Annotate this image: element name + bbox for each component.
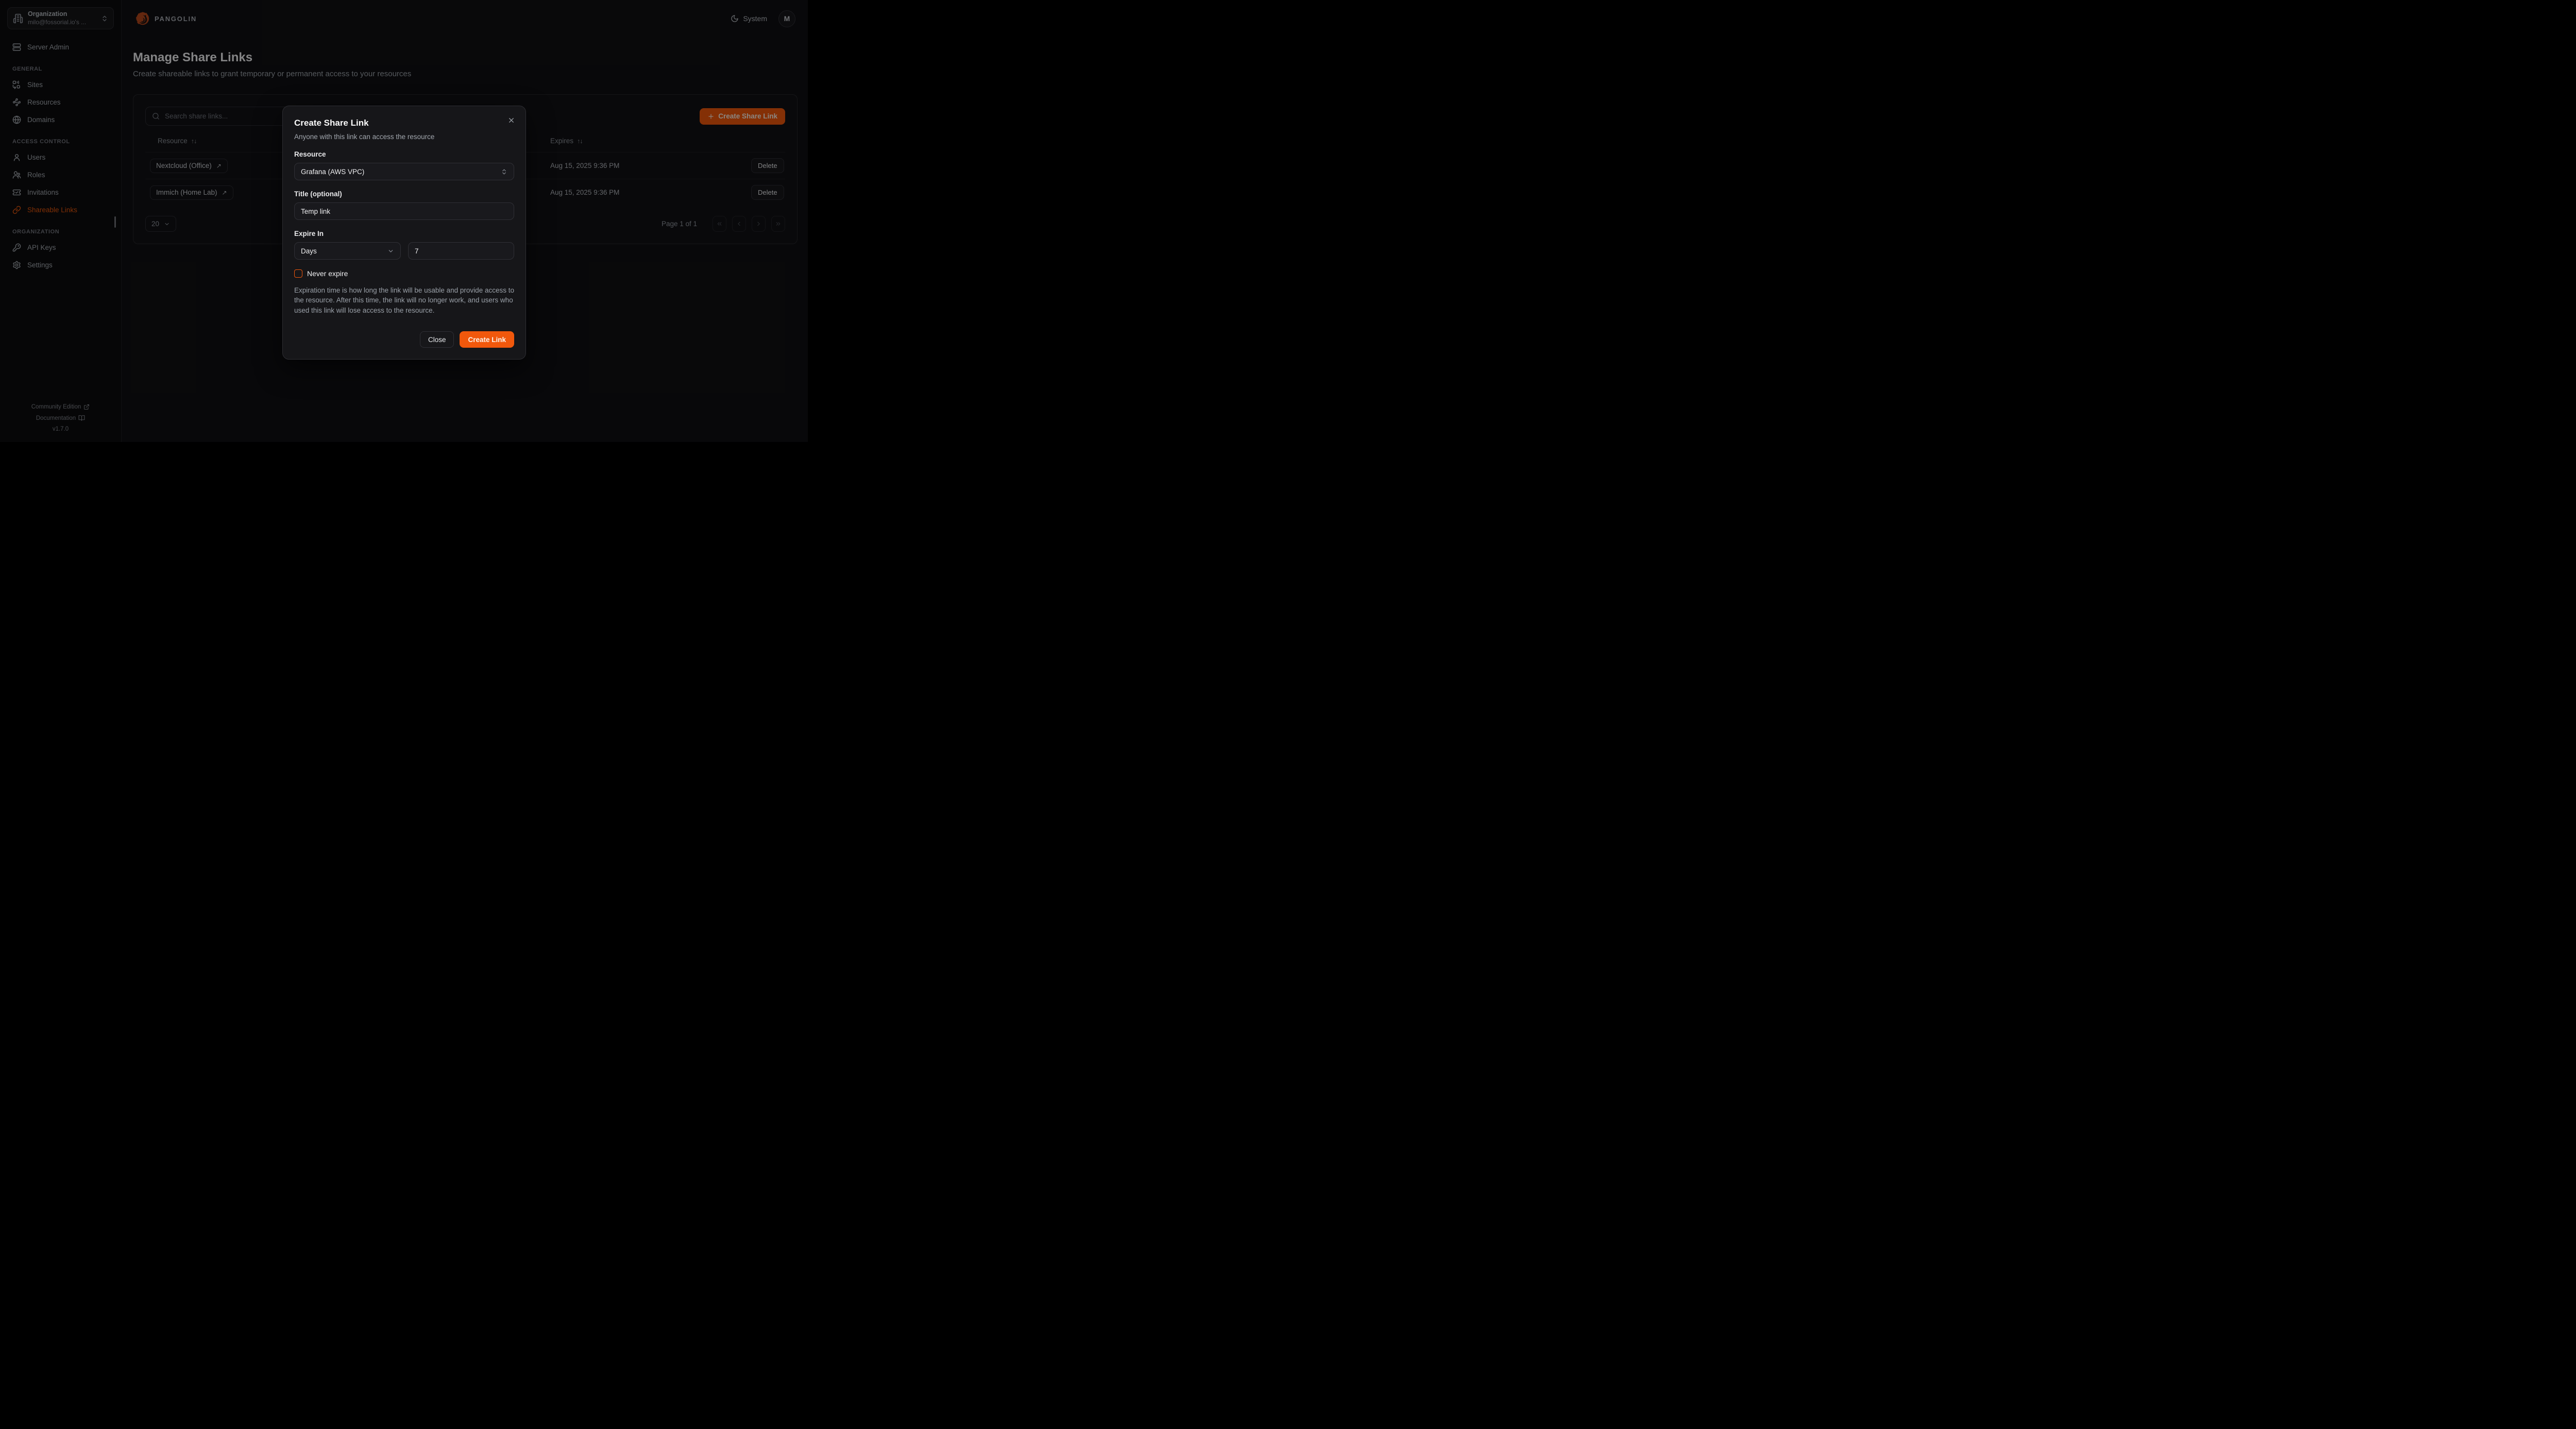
expire-unit-value: Days bbox=[301, 247, 387, 255]
expire-unit-select[interactable]: Days bbox=[294, 242, 401, 260]
expire-amount-wrap bbox=[408, 242, 514, 260]
close-icon[interactable] bbox=[506, 115, 516, 125]
expiration-description: Expiration time is how long the link wil… bbox=[294, 285, 514, 315]
dialog-actions: Close Create Link bbox=[294, 331, 514, 348]
title-field-label: Title (optional) bbox=[294, 190, 514, 198]
resource-select-value: Grafana (AWS VPC) bbox=[301, 168, 501, 176]
title-input[interactable] bbox=[301, 208, 507, 215]
chevron-down-icon bbox=[387, 248, 394, 254]
create-share-link-dialog: Create Share Link Anyone with this link … bbox=[282, 106, 526, 360]
expire-row: Days bbox=[294, 242, 514, 260]
expire-field-label: Expire In bbox=[294, 230, 514, 237]
title-field-wrap bbox=[294, 202, 514, 220]
dialog-subtitle: Anyone with this link can access the res… bbox=[294, 133, 514, 141]
never-expire-row[interactable]: Never expire bbox=[294, 269, 514, 278]
close-button[interactable]: Close bbox=[420, 331, 454, 348]
dialog-title: Create Share Link bbox=[294, 118, 514, 128]
never-expire-label: Never expire bbox=[307, 269, 348, 278]
create-link-button[interactable]: Create Link bbox=[460, 331, 514, 348]
app-window: Organization milo@fossorial.io's ... Ser… bbox=[0, 0, 808, 442]
resource-field-label: Resource bbox=[294, 150, 514, 158]
chevrons-up-down-icon bbox=[501, 168, 507, 175]
expire-amount-input[interactable] bbox=[415, 247, 507, 255]
never-expire-checkbox[interactable] bbox=[294, 269, 302, 278]
resource-select[interactable]: Grafana (AWS VPC) bbox=[294, 163, 514, 180]
